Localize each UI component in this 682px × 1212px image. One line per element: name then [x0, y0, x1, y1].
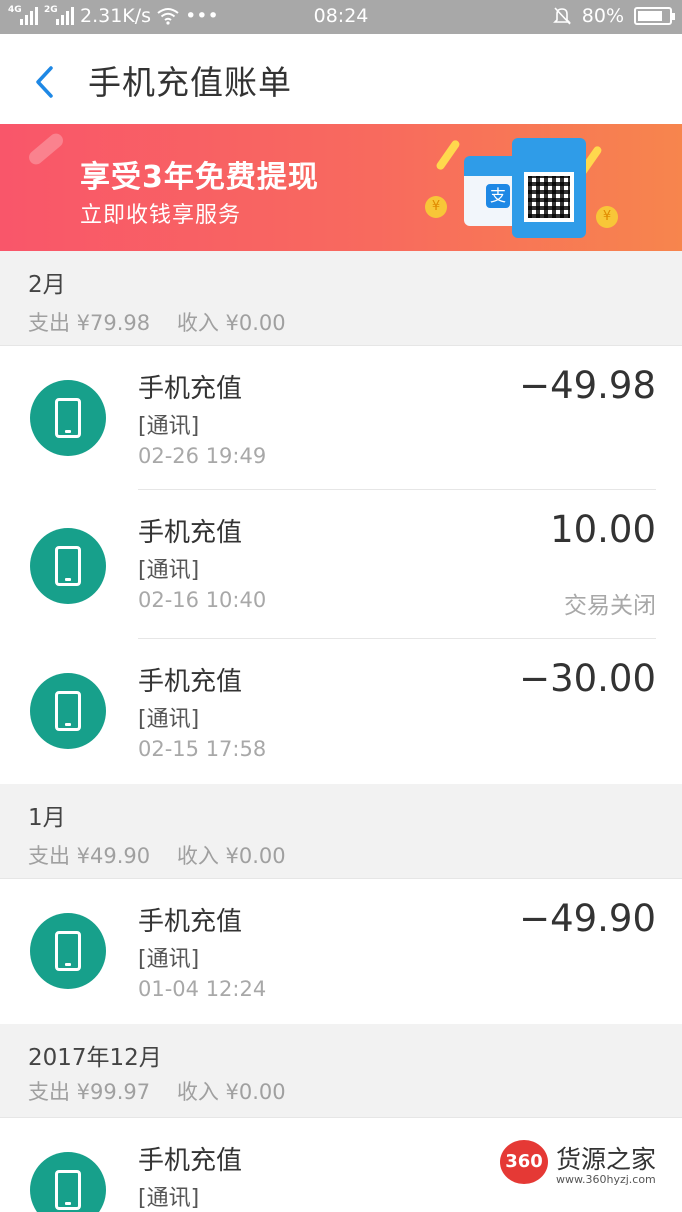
phone-recharge-icon: [30, 913, 106, 989]
page-title: 手机充值账单: [88, 63, 292, 102]
bill-time: 02-15 17:58: [138, 737, 267, 761]
watermark: 360 货源之家 www.360hyzj.com: [500, 1140, 682, 1192]
bill-row[interactable]: 手机充值 [通讯] 02-15 17:58 −30.00: [0, 639, 682, 784]
bill-amount: −30.00: [519, 657, 656, 700]
month-header: 1月 支出 ¥49.90 收入 ¥0.00: [0, 784, 682, 879]
status-right: 80%: [552, 5, 675, 27]
bill-name: 手机充值: [138, 374, 243, 404]
bill-name: 手机充值: [138, 518, 243, 548]
alipay-logo-icon: 支: [486, 184, 510, 208]
month-header: 2017年12月 支出 ¥99.97 收入 ¥0.00: [0, 1024, 682, 1118]
qr-code-icon: [524, 172, 574, 222]
bill-category: [通讯]: [138, 414, 200, 439]
phone-recharge-icon: [30, 673, 106, 749]
bill-row[interactable]: 手机充值 [通讯] 02-26 19:49 −49.98: [0, 346, 682, 490]
bill-time: 01-04 12:24: [138, 977, 267, 1001]
banner-decoration: [26, 130, 66, 168]
status-bar: 4G 2G 2.31K/s ••• 08:24 80%: [0, 0, 682, 34]
title-bar: 手机充值账单: [0, 34, 682, 124]
bill-time: 02-26 19:49: [138, 444, 267, 468]
phone-recharge-icon: [30, 1152, 106, 1212]
bill-time: 02-16 10:40: [138, 588, 267, 612]
bill-name: 手机充值: [138, 667, 243, 697]
watermark-url: www.360hyzj.com: [556, 1173, 656, 1186]
watermark-text: 货源之家: [556, 1145, 657, 1174]
month-header: 2月 支出 ¥79.98 收入 ¥0.00: [0, 251, 682, 346]
bill-row[interactable]: 手机充值 [通讯] 02-16 10:40 10.00 交易关闭: [0, 490, 682, 639]
promo-banner[interactable]: 享受3年免费提现 立即收钱享服务 ¥ ¥ 支: [0, 124, 682, 251]
bill-category: [通讯]: [138, 947, 200, 972]
bill-category: [通讯]: [138, 1186, 200, 1211]
mute-bell-icon: [552, 7, 571, 25]
bill-amount: −49.90: [519, 897, 656, 940]
month-summary: 支出 ¥99.97 收入 ¥0.00: [28, 1080, 286, 1104]
bill-name: 手机充值: [138, 1146, 243, 1176]
back-arrow-icon[interactable]: [26, 60, 66, 100]
banner-subtitle: 立即收钱享服务: [80, 203, 242, 228]
battery-percent: 80%: [581, 5, 624, 27]
coin-icon: ¥: [596, 206, 618, 228]
bill-category: [通讯]: [138, 707, 200, 732]
qr-code-card-icon: [512, 138, 586, 238]
month-label: 2017年12月: [28, 1045, 162, 1071]
sparkle-icon: [434, 138, 462, 172]
bill-amount: 10.00: [550, 508, 656, 551]
bill-status: 交易关闭: [564, 593, 656, 619]
month-label: 2月: [28, 272, 66, 298]
watermark-badge: 360: [500, 1140, 548, 1184]
bill-row[interactable]: 手机充值 [通讯] 01-04 12:24 −49.90: [0, 879, 682, 1024]
bill-amount: −49.98: [519, 364, 656, 407]
banner-title: 享受3年免费提现: [80, 160, 319, 195]
month-summary: 支出 ¥49.90 收入 ¥0.00: [28, 844, 286, 868]
battery-icon: [634, 7, 675, 25]
phone-recharge-icon: [30, 528, 106, 604]
coin-icon: ¥: [425, 196, 447, 218]
phone-recharge-icon: [30, 380, 106, 456]
month-label: 1月: [28, 805, 66, 831]
month-summary: 支出 ¥79.98 收入 ¥0.00: [28, 311, 286, 335]
bill-name: 手机充值: [138, 907, 243, 937]
bill-category: [通讯]: [138, 558, 200, 583]
